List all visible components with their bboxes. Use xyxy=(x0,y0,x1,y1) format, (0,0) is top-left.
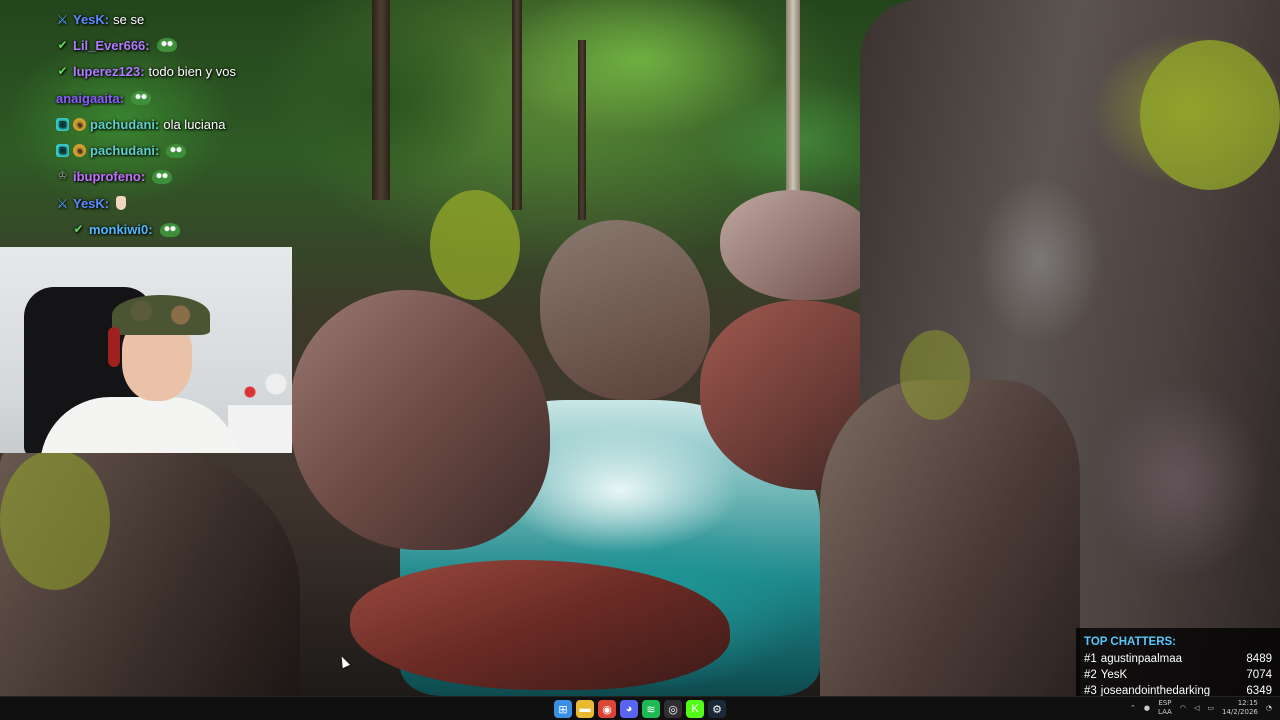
chatter-name: YesK xyxy=(1100,669,1128,681)
chat-username[interactable]: YesK: xyxy=(73,196,109,211)
chat-message: anaigaaita: xyxy=(56,85,316,111)
chat-username[interactable]: Lil_Ever666: xyxy=(73,38,150,53)
steam-icon[interactable]: ⚙ xyxy=(708,700,726,718)
chat-text: se se xyxy=(113,11,145,27)
wifi-icon[interactable]: ◠ xyxy=(1180,704,1186,712)
tree-trunk xyxy=(512,0,522,210)
frog-emote-icon xyxy=(166,143,187,158)
notifications-icon[interactable]: ◔ xyxy=(1266,704,1272,712)
file-explorer-icon[interactable]: ▬ xyxy=(576,700,594,718)
chrome-icon[interactable]: ◉ xyxy=(598,700,616,718)
chat-username[interactable]: luperez123: xyxy=(73,64,145,79)
frog-emote-icon xyxy=(152,169,173,184)
grid-badge-icon: ⊞ xyxy=(56,144,69,158)
chat-message: ✔ Lil_Ever666: xyxy=(56,32,316,58)
chat-username[interactable]: pachudani: xyxy=(90,117,159,132)
layout-code: LAA xyxy=(1158,708,1172,716)
chat-message: ✔ monkiwi0: xyxy=(56,216,316,242)
chat-message: ♔ ibuprofeno: xyxy=(56,164,316,190)
chat-overlay: ⚔ YesK: se se ✔ Lil_Ever666: ✔ luperez123: todo… xyxy=(56,6,316,243)
start-icon[interactable]: ⊞ xyxy=(554,700,572,718)
system-tray: ⌃ ● ESP LAA ◠ ◁ ▭ 12:15 14/2/2026 ◔ xyxy=(1130,699,1272,717)
chatter-name: agustinpaalmaa xyxy=(1100,653,1182,665)
spotify-icon[interactable]: ≋ xyxy=(642,700,660,718)
frog-emote-icon xyxy=(159,222,180,237)
frog-emote-icon xyxy=(130,91,151,106)
language-indicator[interactable]: ESP LAA xyxy=(1158,699,1172,717)
top-chatters-title: TOP CHATTERS: xyxy=(1084,636,1177,648)
clock[interactable]: 12:15 14/2/2026 xyxy=(1222,699,1258,717)
chat-message: ⊞ ● pachudani: ola luciana xyxy=(56,111,316,137)
frog-emote-icon xyxy=(156,38,177,53)
sword-badge-icon: ⚔ xyxy=(56,195,69,211)
tree-trunk xyxy=(786,0,800,200)
top-chatter-row: #1 agustinpaalmaa 8489 xyxy=(1084,653,1272,669)
mod-badge-icon: ✔ xyxy=(57,37,68,52)
moss xyxy=(1140,40,1280,190)
chat-username[interactable]: ibuprofeno: xyxy=(73,169,145,184)
coin-badge-icon: ● xyxy=(73,144,86,158)
moss xyxy=(430,190,520,300)
microphone-icon[interactable]: ● xyxy=(1144,704,1150,712)
chat-username[interactable]: pachudani: xyxy=(90,143,159,158)
chatter-count: 8489 xyxy=(1246,653,1272,665)
chat-text: ola luciana xyxy=(163,116,226,132)
hand-emote-icon xyxy=(116,196,127,211)
chatter-rank: #2 xyxy=(1084,669,1097,681)
volume-icon[interactable]: ◁ xyxy=(1194,704,1199,712)
mod-badge-icon: ✔ xyxy=(73,222,84,237)
kick-icon[interactable]: K xyxy=(686,700,704,718)
webcam-feed xyxy=(0,247,292,453)
rock xyxy=(820,380,1080,696)
chat-username[interactable]: anaigaaita: xyxy=(56,91,124,106)
chat-message: ⊞ ● pachudani: xyxy=(56,137,316,163)
rock xyxy=(290,290,550,550)
chat-username[interactable]: monkiwi0: xyxy=(89,222,153,237)
moss xyxy=(900,330,970,420)
chat-message: ✔ luperez123: todo bien y vos xyxy=(56,59,316,85)
shelf xyxy=(228,405,292,453)
chat-username[interactable]: YesK: xyxy=(73,12,109,27)
grid-badge-icon: ⊞ xyxy=(56,117,69,131)
chatter-rank: #1 xyxy=(1084,653,1097,665)
taskbar: ⊞ ▬ ◉ ◕ ≋ ◎ K ⚙ ⌃ ● ESP LAA ◠ ◁ ▭ 12:15 14/2/20… xyxy=(0,696,1280,720)
chatter-count: 7074 xyxy=(1246,669,1272,681)
chevron-up-icon[interactable]: ⌃ xyxy=(1130,704,1136,712)
chat-message: ⚔ YesK: xyxy=(56,190,316,216)
headphones xyxy=(108,327,120,367)
tree-trunk xyxy=(372,0,390,200)
coin-badge-icon: ● xyxy=(73,117,86,131)
crown-badge-icon: ♔ xyxy=(57,170,68,183)
sword-badge-icon: ⚔ xyxy=(56,11,69,27)
chat-message: ⚔ YesK: se se xyxy=(56,6,316,32)
obs-icon[interactable]: ◎ xyxy=(664,700,682,718)
clock-time: 12:15 xyxy=(1237,699,1258,707)
tree-trunk xyxy=(578,40,586,220)
discord-icon[interactable]: ◕ xyxy=(620,700,638,718)
battery-icon[interactable]: ▭ xyxy=(1207,704,1214,712)
chat-text: todo bien y vos xyxy=(148,64,236,80)
moss xyxy=(0,450,110,590)
camo-cap xyxy=(112,295,210,335)
language-code: ESP xyxy=(1158,699,1172,707)
clock-date: 14/2/2026 xyxy=(1221,708,1258,716)
mod-badge-icon: ✔ xyxy=(57,64,68,79)
top-chatter-row: #2 YesK 7074 xyxy=(1084,669,1272,685)
desk-items xyxy=(240,372,290,408)
